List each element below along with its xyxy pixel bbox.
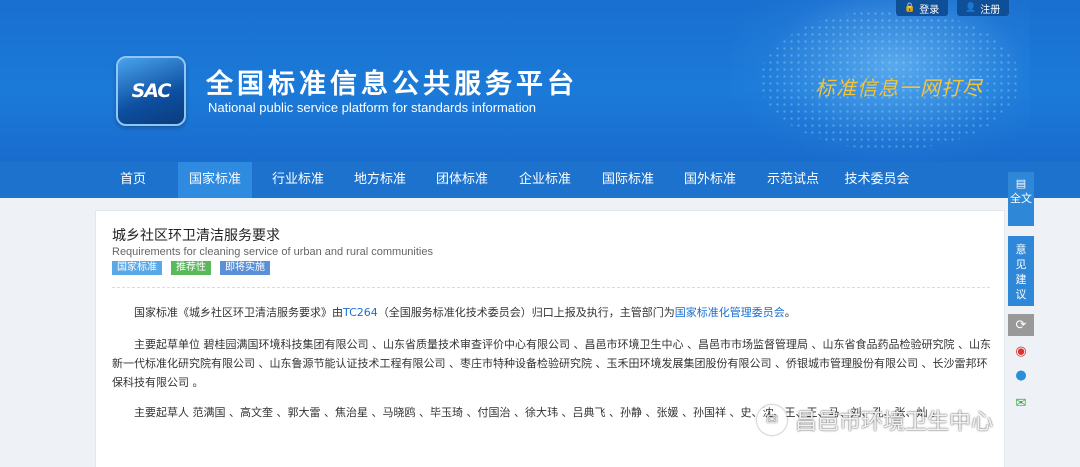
nav-item-home[interactable]: 首页 bbox=[104, 162, 162, 198]
intro-prefix: 国家标准《城乡社区环卫清洁服务要求》由 bbox=[134, 306, 343, 319]
tag-upcoming: 即将实施 bbox=[220, 261, 270, 275]
feedback-button[interactable]: 意见建议 bbox=[1008, 236, 1034, 306]
tc-link[interactable]: TC264 bbox=[343, 306, 378, 319]
sac-logo[interactable]: SAC bbox=[116, 56, 186, 126]
full-text-label: 全文 bbox=[1010, 192, 1032, 205]
wechat-icon[interactable]: ✉ bbox=[1008, 392, 1034, 414]
intro-middle: （全国服务标准化技术委员会）归口上报及执行，主管部门为 bbox=[377, 306, 675, 319]
tag-national-standard: 国家标准 bbox=[112, 261, 162, 275]
nav-item-foreign[interactable]: 国外标准 bbox=[674, 162, 746, 198]
standard-title: 城乡社区环卫清洁服务要求 bbox=[112, 228, 280, 244]
full-text-button[interactable]: ▤ 全文 bbox=[1008, 172, 1034, 226]
feedback-label: 意见建议 bbox=[1015, 243, 1027, 301]
nav-item-group[interactable]: 团体标准 bbox=[426, 162, 498, 198]
intro-paragraph: 国家标准《城乡社区环卫清洁服务要求》由TC264（全国服务标准化技术委员会）归口… bbox=[112, 303, 992, 322]
register-label: 注册 bbox=[980, 4, 1001, 16]
nav-item-committee[interactable]: 技术委员会 bbox=[838, 162, 916, 198]
standard-title-english: Requirements for cleaning service of urb… bbox=[112, 246, 433, 258]
nav-item-local[interactable]: 地方标准 bbox=[344, 162, 416, 198]
main-nav: 首页 国家标准 行业标准 地方标准 团体标准 企业标准 国际标准 国外标准 示范… bbox=[0, 162, 1080, 198]
drafting-units: 主要起草单位 碧桂园满国环境科技集团有限公司 、山东省质量技术审查评价中心有限公… bbox=[112, 338, 991, 389]
login-label: 登录 bbox=[919, 4, 940, 16]
watermark-text: 昌邑市环境卫生中心 bbox=[795, 410, 994, 435]
slogan: 标准信息一网打尽 bbox=[815, 76, 983, 100]
weibo-icon[interactable]: ◉ bbox=[1008, 340, 1034, 362]
site-subtitle: National public service platform for sta… bbox=[208, 100, 537, 115]
divider bbox=[112, 287, 990, 288]
document-icon: ▤ bbox=[1015, 177, 1027, 190]
wechat-watermark-icon: ✉ bbox=[757, 405, 787, 435]
tag-recommended: 推荐性 bbox=[171, 261, 211, 275]
nav-item-national[interactable]: 国家标准 bbox=[178, 162, 252, 198]
lock-icon: 🔒 bbox=[904, 3, 916, 13]
nav-item-enterprise[interactable]: 企业标准 bbox=[509, 162, 581, 198]
register-button[interactable]: 👤 注册 bbox=[957, 0, 1009, 16]
qq-icon[interactable]: ● bbox=[1008, 364, 1034, 386]
refresh-icon[interactable]: ⟳ bbox=[1008, 314, 1034, 336]
intro-suffix: 。 bbox=[784, 306, 796, 319]
login-button[interactable]: 🔒 登录 bbox=[896, 0, 948, 16]
header-banner: 🔒 登录 👤 注册 SAC 全国标准信息公共服务平台 National publ… bbox=[0, 0, 1080, 162]
nav-item-pilot[interactable]: 示范试点 bbox=[757, 162, 829, 198]
user-icon: 👤 bbox=[965, 3, 977, 13]
logo-text: SAC bbox=[131, 80, 172, 102]
site-title: 全国标准信息公共服务平台 bbox=[206, 69, 578, 100]
nav-item-industry[interactable]: 行业标准 bbox=[262, 162, 334, 198]
watermark: ✉ 昌邑市环境卫生中心 bbox=[757, 404, 993, 436]
nav-item-international[interactable]: 国际标准 bbox=[592, 162, 664, 198]
department-link[interactable]: 国家标准化管理委员会 bbox=[675, 306, 785, 319]
